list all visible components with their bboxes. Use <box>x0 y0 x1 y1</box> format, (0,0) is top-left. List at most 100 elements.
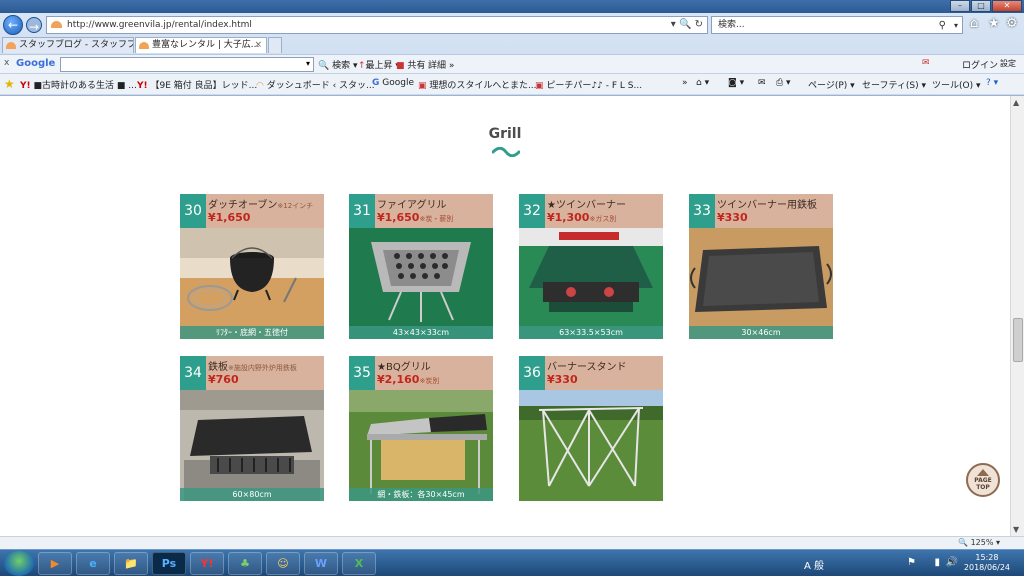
chevron-down-icon[interactable]: ▾ <box>954 18 958 34</box>
favorite-link[interactable]: Y! ■古時計のある生活 ■ ... <box>20 78 137 91</box>
rental-item-card[interactable]: 30 ダッチオーブン※12インチ ¥1,650 ﾘﾌﾀｰ・底網・五徳付 <box>180 194 324 339</box>
excel-icon[interactable]: X <box>342 552 376 575</box>
flag-icon[interactable]: ⚑ <box>907 557 916 568</box>
vertical-scrollbar[interactable]: ▲ ▼ <box>1010 96 1024 536</box>
minimize-button[interactable]: – <box>950 0 970 12</box>
network-icon[interactable]: ▮ <box>934 557 940 568</box>
tab-row: スタッフブログ - スタッフブ... 豊富なレンタル | 大子広... × <box>0 37 1024 53</box>
home-icon[interactable]: ⌂ ▾ <box>696 78 709 88</box>
share-button[interactable]: ■ 共有 <box>396 58 425 71</box>
rental-item-card[interactable]: 35 ★BQグリル ¥2,160※炭別 網・鉄板：各30×45cm <box>349 356 493 501</box>
settings-button[interactable]: 設定 <box>1000 58 1016 69</box>
tab-favicon-icon <box>139 42 149 49</box>
close-button[interactable]: ✕ <box>992 0 1022 12</box>
rental-item-card[interactable]: 33 ツインバーナー用鉄板 ¥330 30×46cm <box>689 194 833 339</box>
yahoo-icon[interactable]: Y! <box>190 552 224 575</box>
toolbar-close-icon[interactable]: x <box>4 58 9 68</box>
ime-indicator[interactable]: A 般 <box>804 557 824 572</box>
page-top-label: TOP <box>976 484 990 491</box>
item-price: ¥1,650※炭・薪別 <box>377 211 454 224</box>
media-player-icon[interactable]: ▶ <box>38 552 72 575</box>
item-caption: 網・鉄板：各30×45cm <box>349 488 493 501</box>
item-photo-bq-grill: 網・鉄板：各30×45cm <box>349 390 493 501</box>
favorite-link[interactable]: ▣ 理想のスタイルへとまた... <box>418 78 537 91</box>
status-bar: 🔍 125% ▾ <box>0 536 1024 549</box>
scrollbar-thumb[interactable] <box>1013 318 1023 362</box>
favorites-star-icon[interactable]: ★ <box>988 16 1000 31</box>
taskbar: ▶ e 📁 Ps Y! ♣ ☺ W X A 般 ⚑ ▮ 🔊 15:28 2018… <box>0 549 1024 576</box>
back-button[interactable]: ← <box>3 15 23 35</box>
start-button[interactable] <box>4 551 34 576</box>
item-caption: ﾘﾌﾀｰ・底網・五徳付 <box>180 326 324 339</box>
scroll-down-icon[interactable]: ▼ <box>1013 525 1019 534</box>
rental-item-card[interactable]: 32 ★ツインバーナー ¥1,300※ガス別 63×33.5×53cm <box>519 194 663 339</box>
tab-favicon-icon <box>6 42 16 49</box>
new-tab-button[interactable] <box>268 37 282 53</box>
app-icon[interactable]: ♣ <box>228 552 262 575</box>
word-icon[interactable]: W <box>304 552 338 575</box>
explorer-icon[interactable]: 📁 <box>114 552 148 575</box>
chevron-down-icon[interactable]: ▾ <box>306 59 310 68</box>
zoom-level[interactable]: 🔍 125% ▾ <box>958 538 1000 547</box>
photoshop-icon[interactable]: Ps <box>152 552 186 575</box>
chevron-right-icon[interactable]: » <box>682 78 688 88</box>
item-caption: 63×33.5×53cm <box>519 326 663 339</box>
gear-icon[interactable]: ⚙ <box>1006 16 1018 31</box>
address-tools[interactable]: ▾ 🔍 ↻ <box>671 17 703 33</box>
item-number: 34 <box>180 356 206 390</box>
clock[interactable]: 15:28 2018/06/24 <box>964 553 1010 573</box>
item-price: ¥2,160※炭別 <box>377 373 440 386</box>
site-favicon-icon <box>51 21 62 28</box>
print-icon[interactable]: ⎙ ▾ <box>776 78 791 88</box>
tab-staff-blog[interactable]: スタッフブログ - スタッフブ... <box>2 37 134 53</box>
help-icon[interactable]: ? ▾ <box>986 78 998 88</box>
maximize-button[interactable]: □ <box>971 0 991 12</box>
item-name: ツインバーナー用鉄板 <box>717 200 817 211</box>
login-link[interactable]: ログイン <box>962 58 998 71</box>
tools-menu[interactable]: ツール(O) ▾ <box>932 78 981 91</box>
item-price: ¥1,650 <box>208 211 251 224</box>
rental-item-card[interactable]: 31 ファイアグリル ¥1,650※炭・薪別 43×43×33cm <box>349 194 493 339</box>
browser-search-input[interactable]: 検索... ⚲ ▾ <box>711 16 963 34</box>
google-logo: Google <box>16 58 56 69</box>
tab-close-icon[interactable]: × <box>254 38 262 52</box>
item-caption: 43×43×33cm <box>349 326 493 339</box>
app-icon[interactable]: ☺ <box>266 552 300 575</box>
rss-icon[interactable]: ◙ ▾ <box>728 78 744 88</box>
page-menu[interactable]: ページ(P) ▾ <box>808 78 855 91</box>
page-top-button[interactable]: PAGE TOP <box>966 463 1000 497</box>
ie-icon[interactable]: e <box>76 552 110 575</box>
detail-button[interactable]: 詳細 » <box>428 58 454 71</box>
favorite-link[interactable]: ◠ ダッシュボード ‹ スタッ... <box>256 78 375 91</box>
rental-item-card[interactable]: 36 バーナースタンド ¥330 <box>519 356 663 501</box>
item-number: 32 <box>519 194 545 228</box>
favorites-star-icon[interactable]: ★ <box>4 77 15 91</box>
address-bar[interactable]: http://www.greenvila.jp/rental/index.htm… <box>46 16 708 34</box>
page-top-label: PAGE <box>974 477 992 484</box>
rank-button[interactable]: ↑最上昇 ▾ <box>358 58 400 71</box>
item-number: 33 <box>689 194 715 228</box>
mail-icon[interactable]: ✉ <box>922 58 930 68</box>
page-content: Grill 30 ダッチオーブン※12インチ ¥1,650 ﾘﾌﾀｰ・底網・五徳… <box>0 96 1010 536</box>
mail-icon[interactable]: ✉ <box>758 78 766 88</box>
home-icon[interactable]: ⌂ <box>970 16 978 31</box>
browser-chrome: – □ ✕ ← → http://www.greenvila.jp/rental… <box>0 0 1024 96</box>
item-number: 36 <box>519 356 545 390</box>
item-name: バーナースタンド <box>547 362 627 373</box>
item-price: ¥1,300※ガス別 <box>547 211 617 224</box>
favorite-link[interactable]: G Google <box>372 78 414 88</box>
search-icon[interactable]: ⚲ <box>939 18 946 34</box>
favorite-link[interactable]: ▣ ピーチパー♪♪ - F L S... <box>535 78 642 91</box>
scroll-up-icon[interactable]: ▲ <box>1013 98 1019 107</box>
rental-item-card[interactable]: 34 鉄板※施設内野外炉用鉄板 ¥760 60×80cm <box>180 356 324 501</box>
item-name: ★ツインバーナー <box>547 200 626 211</box>
item-number: 31 <box>349 194 375 228</box>
item-photo-dutch-oven: ﾘﾌﾀｰ・底網・五徳付 <box>180 228 324 339</box>
google-search-button[interactable]: 🔍 検索 ▾ <box>318 58 357 71</box>
tab-rental[interactable]: 豊富なレンタル | 大子広... × <box>135 37 267 53</box>
safety-menu[interactable]: セーフティ(S) ▾ <box>862 78 926 91</box>
volume-icon[interactable]: 🔊 <box>946 557 958 568</box>
google-search-input[interactable]: ▾ <box>60 57 314 72</box>
forward-button[interactable]: → <box>26 17 42 34</box>
favorite-link[interactable]: Y! 【9E 箱付 良品】レッド... <box>137 78 257 91</box>
